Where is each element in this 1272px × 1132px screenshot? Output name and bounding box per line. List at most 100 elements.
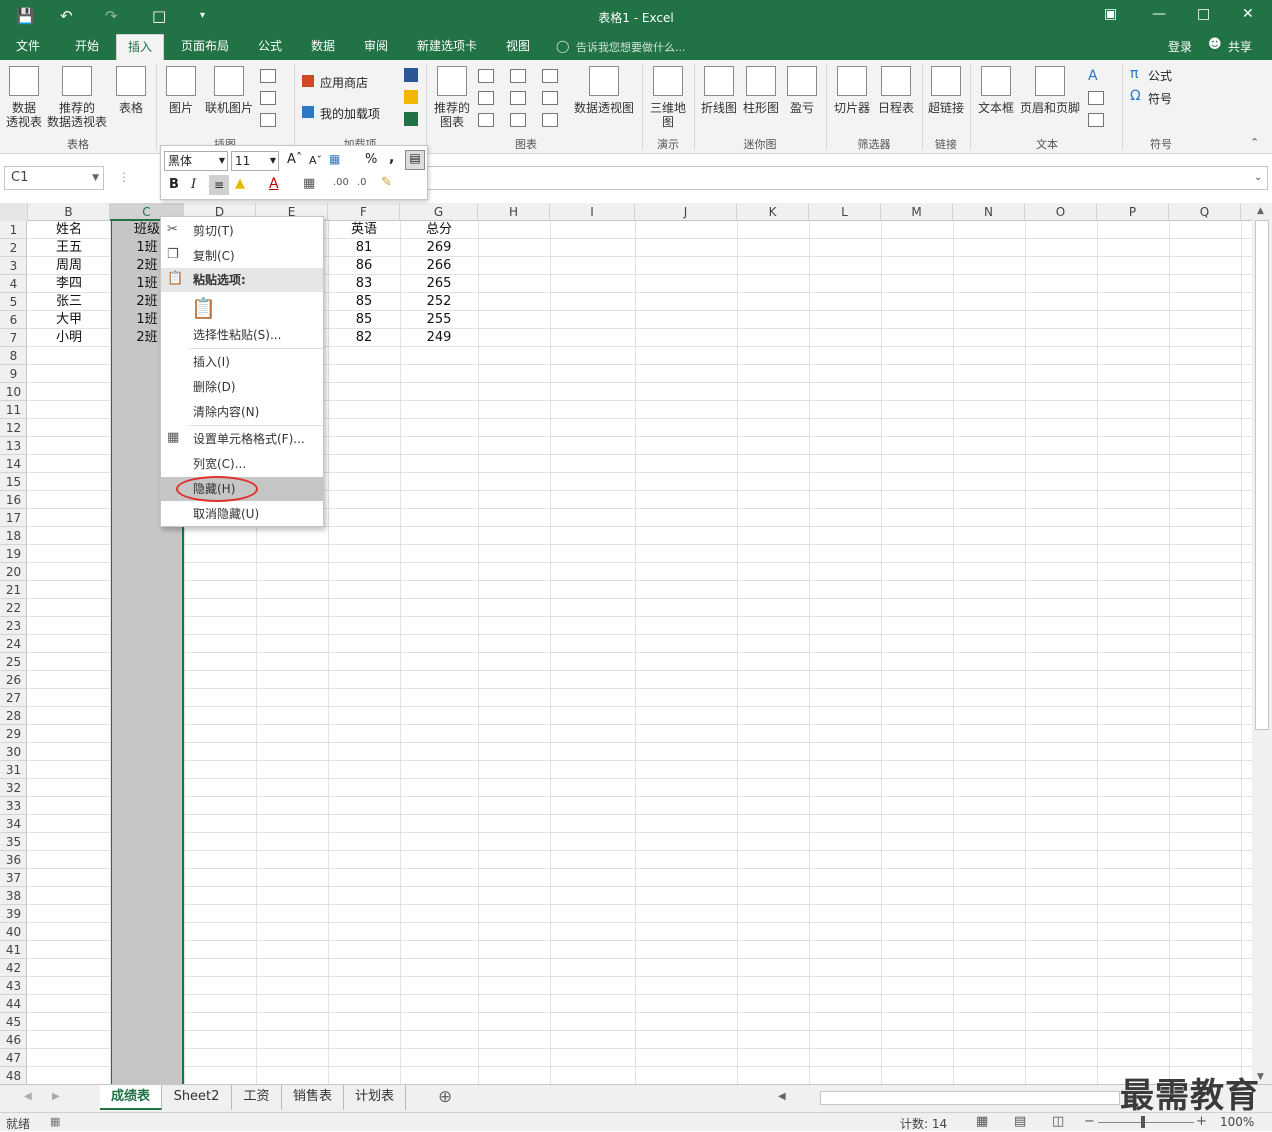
cell-g4[interactable]: 265 [400, 275, 478, 293]
cell-f4[interactable]: 83 [328, 275, 400, 293]
merge-center-icon[interactable]: ▤ [405, 150, 425, 170]
font-size-box[interactable]: 11 ▼ [231, 151, 279, 171]
people-graph-icon[interactable] [404, 112, 418, 126]
fill-color-icon[interactable]: ▲ [235, 176, 245, 191]
share-button[interactable]: 共享 [1228, 38, 1252, 55]
tab-page-layout[interactable]: 页面布局 [172, 34, 238, 60]
page-break-view-icon[interactable]: ◫ [1052, 1114, 1064, 1129]
row-header[interactable]: 42 [0, 959, 26, 977]
online-picture-button[interactable]: 联机图片 [202, 66, 256, 115]
row-header[interactable]: 25 [0, 653, 26, 671]
row-header[interactable]: 28 [0, 707, 26, 725]
tab-file[interactable]: 文件 [8, 34, 48, 60]
row-header[interactable]: 37 [0, 869, 26, 887]
col-header-m[interactable]: M [881, 203, 953, 221]
tab-insert[interactable]: 插入 [116, 34, 164, 60]
col-header-p[interactable]: P [1097, 203, 1169, 221]
row-header[interactable]: 10 [0, 383, 26, 401]
equation-button[interactable]: 公式 [1148, 67, 1172, 84]
row-header[interactable]: 47 [0, 1049, 26, 1067]
cell-b3[interactable]: 周周 [28, 257, 110, 275]
recommended-charts-button[interactable]: 推荐的 图表 [432, 66, 472, 129]
row-header[interactable]: 46 [0, 1031, 26, 1049]
col-header-g[interactable]: G [400, 203, 478, 221]
symbol-button[interactable]: 符号 [1148, 90, 1172, 107]
sparkline-line-button[interactable]: 折线图 [700, 66, 738, 115]
row-header[interactable]: 39 [0, 905, 26, 923]
macro-record-icon[interactable]: ▦ [50, 1115, 60, 1128]
row-header[interactable]: 3 [0, 257, 26, 275]
cell-b7[interactable]: 小明 [28, 329, 110, 347]
next-sheet-icon[interactable]: ▶ [52, 1091, 60, 1102]
column-chart-icon[interactable] [478, 68, 494, 83]
menu-item-format-cells[interactable]: ▦ 设置单元格格式(F)... [161, 427, 323, 451]
sheet-tab-scores[interactable]: 成绩表 [100, 1085, 162, 1110]
menu-item-unhide[interactable]: 取消隐藏(U) [161, 502, 323, 526]
login-link[interactable]: 登录 [1168, 38, 1192, 55]
cell-b6[interactable]: 大甲 [28, 311, 110, 329]
col-header-n[interactable]: N [953, 203, 1025, 221]
visio-icon[interactable] [404, 68, 418, 82]
row-header[interactable]: 20 [0, 563, 26, 581]
row-header[interactable]: 45 [0, 1013, 26, 1031]
picture-button[interactable]: 图片 [164, 66, 198, 115]
normal-view-icon[interactable]: ▦ [976, 1114, 988, 1129]
menu-item-delete[interactable]: 删除(D) [161, 375, 323, 399]
col-header-q[interactable]: Q [1169, 203, 1241, 221]
row-header[interactable]: 38 [0, 887, 26, 905]
combo-chart-icon[interactable] [542, 90, 558, 105]
zoom-out-icon[interactable]: − [1084, 1114, 1095, 1129]
row-header[interactable]: 17 [0, 509, 26, 527]
vertical-scroll-thumb[interactable] [1255, 220, 1269, 730]
line-chart-icon[interactable] [478, 90, 494, 105]
row-header[interactable]: 4 [0, 275, 26, 293]
menu-item-column-width[interactable]: 列宽(C)... [161, 452, 323, 476]
row-header[interactable]: 15 [0, 473, 26, 491]
signature-icon[interactable] [1088, 90, 1104, 105]
zoom-level[interactable]: 100% [1220, 1115, 1254, 1129]
cell-b1[interactable]: 姓名 [28, 221, 110, 239]
object-icon[interactable] [1088, 112, 1104, 127]
hyperlink-button[interactable]: 超链接 [926, 66, 966, 115]
row-header[interactable]: 19 [0, 545, 26, 563]
cell-f7[interactable]: 82 [328, 329, 400, 347]
bing-icon[interactable] [404, 90, 418, 104]
cell-g6[interactable]: 255 [400, 311, 478, 329]
row-header[interactable]: 24 [0, 635, 26, 653]
shrink-font-icon[interactable]: Aˇ [309, 154, 322, 167]
slicer-button[interactable]: 切片器 [832, 66, 872, 115]
prev-sheet-icon[interactable]: ◀ [24, 1091, 32, 1102]
sheet-tab-plan[interactable]: 计划表 [344, 1085, 406, 1110]
cell-f1[interactable]: 英语 [328, 221, 400, 239]
textbox-button[interactable]: 文本框 [976, 66, 1016, 115]
cell-f6[interactable]: 85 [328, 311, 400, 329]
name-box[interactable]: C1 ▼ [4, 166, 104, 190]
row-header[interactable]: 9 [0, 365, 26, 383]
expand-formula-icon[interactable]: ⌄ [1254, 172, 1262, 183]
minimize-icon[interactable]: — [1152, 6, 1166, 22]
col-header-h[interactable]: H [478, 203, 550, 221]
cell-f3[interactable]: 86 [328, 257, 400, 275]
row-header[interactable]: 41 [0, 941, 26, 959]
radar-chart-icon[interactable] [542, 112, 558, 127]
percent-button[interactable]: % [365, 152, 377, 167]
horizontal-scroll-thumb[interactable] [820, 1091, 1120, 1105]
scroll-up-icon[interactable]: ▲ [1257, 206, 1264, 216]
sheet-tab-sheet2[interactable]: Sheet2 [162, 1085, 232, 1110]
tab-view[interactable]: 视图 [496, 34, 540, 60]
col-header-i[interactable]: I [550, 203, 635, 221]
row-header[interactable]: 8 [0, 347, 26, 365]
cell-f2[interactable]: 81 [328, 239, 400, 257]
col-header-j[interactable]: J [635, 203, 737, 221]
pivot-chart-button[interactable]: 数据透视图 [572, 66, 636, 115]
font-color-icon[interactable]: A [269, 176, 279, 192]
close-icon[interactable]: ✕ [1242, 6, 1254, 22]
maximize-icon[interactable]: □ [1197, 6, 1210, 22]
row-header[interactable]: 43 [0, 977, 26, 995]
row-header[interactable]: 31 [0, 761, 26, 779]
add-sheet-icon[interactable]: ⊕ [438, 1087, 452, 1107]
scatter-chart-icon[interactable] [510, 112, 526, 127]
menu-item-cut[interactable]: ✂ 剪切(T) [161, 219, 323, 243]
decrease-decimal-icon[interactable]: .0 [357, 177, 367, 188]
waterfall-chart-icon[interactable] [542, 68, 558, 83]
